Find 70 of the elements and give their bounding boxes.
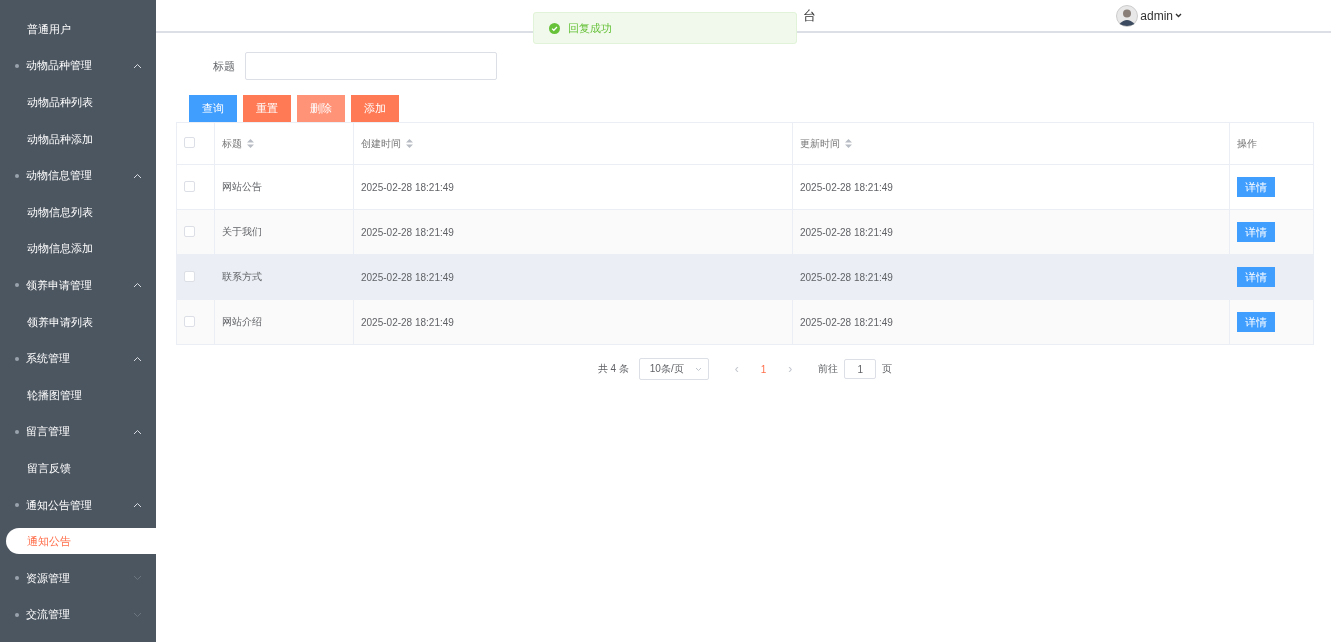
field-label: 标题 bbox=[213, 58, 235, 74]
column-header: 标题 bbox=[222, 136, 242, 151]
bullet-icon bbox=[15, 63, 19, 68]
chevron-up-icon bbox=[133, 282, 142, 289]
sidebar-group[interactable]: 留言管理 bbox=[0, 413, 156, 451]
table-cell: 2025-02-28 18:21:49 bbox=[800, 316, 893, 328]
sidebar-item[interactable]: 轮播图管理 bbox=[0, 376, 156, 414]
row-checkbox[interactable] bbox=[184, 270, 195, 282]
row-checkbox[interactable] bbox=[184, 315, 195, 327]
page-suffix: 页 bbox=[882, 362, 893, 376]
title-input[interactable] bbox=[245, 52, 497, 80]
table-cell: 网站公告 bbox=[222, 181, 262, 192]
sort-icon[interactable] bbox=[845, 139, 852, 148]
row-checkbox[interactable] bbox=[184, 180, 195, 192]
sidebar-item[interactable]: 动物信息添加 bbox=[0, 230, 156, 268]
avatar-icon[interactable] bbox=[1116, 4, 1139, 27]
column-header: 更新时间 bbox=[800, 136, 840, 151]
chevron-up-icon bbox=[133, 502, 142, 508]
sidebar-group[interactable]: 动物品种管理 bbox=[0, 47, 156, 85]
chevron-up-icon bbox=[133, 428, 142, 435]
user-menu[interactable]: admin bbox=[1140, 8, 1173, 23]
bullet-icon bbox=[15, 576, 19, 581]
table-cell: 2025-02-28 18:21:49 bbox=[800, 271, 893, 283]
sidebar-item[interactable]: 普通用户 bbox=[0, 11, 156, 48]
sidebar-item[interactable]: 留言反馈 bbox=[0, 450, 156, 487]
table-cell: 2025-02-28 18:21:49 bbox=[361, 316, 454, 328]
bullet-icon bbox=[15, 173, 19, 178]
chevron-down-icon bbox=[133, 611, 142, 618]
chevron-up-icon bbox=[133, 355, 142, 362]
total-count: 共 4 条 bbox=[597, 362, 629, 376]
page-size-select[interactable]: 10条/页 bbox=[638, 358, 709, 380]
bullet-icon bbox=[15, 503, 19, 507]
chevron-down-icon bbox=[694, 366, 702, 372]
sort-icon[interactable] bbox=[247, 139, 254, 148]
table-cell: 2025-02-28 18:21:49 bbox=[361, 226, 454, 238]
toast-message: 回复成功 bbox=[568, 20, 612, 36]
check-circle-icon bbox=[549, 22, 560, 34]
site-title: 台 bbox=[803, 6, 817, 25]
table-cell: 联系方式 bbox=[222, 271, 262, 282]
column-header: 操作 bbox=[1237, 136, 1257, 151]
sidebar-group[interactable]: 交流管理 bbox=[0, 596, 156, 634]
page-input[interactable]: 1 bbox=[844, 359, 877, 379]
sidebar-item[interactable]: 动物信息列表 bbox=[0, 193, 156, 231]
chevron-down-icon bbox=[133, 575, 142, 582]
sidebar-group[interactable]: 领养申请管理 bbox=[0, 267, 156, 304]
table-cell: 2025-02-28 18:21:49 bbox=[361, 271, 454, 283]
sidebar-item[interactable]: 领养申请列表 bbox=[0, 303, 156, 341]
column-header: 创建时间 bbox=[361, 136, 401, 151]
sort-icon[interactable] bbox=[406, 139, 413, 148]
table-cell: 2025-02-28 18:21:49 bbox=[800, 181, 893, 193]
sidebar-group[interactable]: 系统管理 bbox=[0, 340, 156, 377]
row-checkbox[interactable] bbox=[184, 225, 195, 237]
bullet-icon bbox=[15, 612, 19, 617]
sidebar-item[interactable]: 动物品种添加 bbox=[0, 120, 156, 158]
table-cell: 2025-02-28 18:21:49 bbox=[800, 226, 893, 238]
table-cell: 2025-02-28 18:21:49 bbox=[361, 181, 454, 193]
sidebar-group[interactable]: 动物信息管理 bbox=[0, 157, 156, 194]
goto-label: 前往 bbox=[818, 362, 839, 376]
table-cell: 关于我们 bbox=[222, 226, 262, 237]
table-cell: 网站介绍 bbox=[222, 316, 262, 327]
chevron-up-icon bbox=[133, 62, 142, 69]
sidebar-group[interactable]: 资源管理 bbox=[0, 559, 156, 597]
select-all-checkbox[interactable] bbox=[184, 137, 195, 148]
chevron-up-icon bbox=[133, 172, 142, 179]
sidebar-group[interactable]: 通知公告管理 bbox=[0, 486, 156, 524]
bullet-icon bbox=[15, 283, 19, 288]
sidebar-item[interactable]: 动物品种列表 bbox=[0, 84, 156, 121]
bullet-icon bbox=[15, 356, 19, 361]
bullet-icon bbox=[15, 429, 19, 434]
caret-icon[interactable] bbox=[1175, 13, 1182, 18]
